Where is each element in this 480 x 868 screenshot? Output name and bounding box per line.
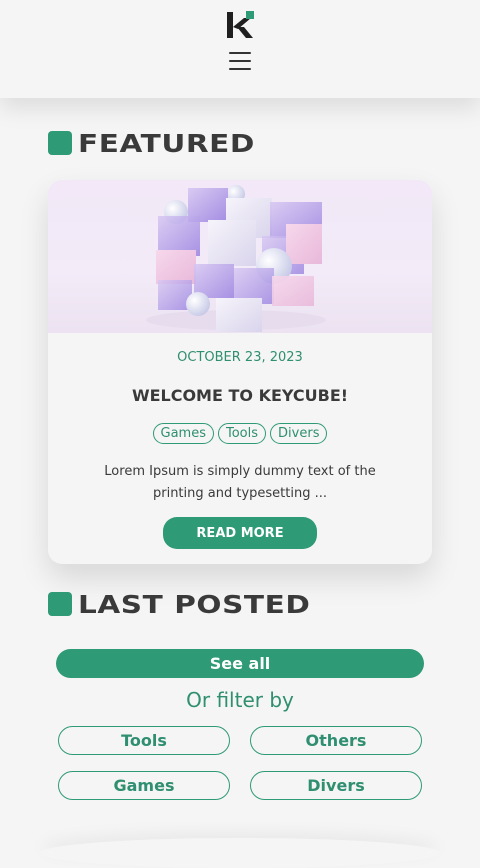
post-title[interactable]: WELCOME TO KEYCUBE! xyxy=(48,386,432,405)
featured-heading: FEATURED xyxy=(48,128,254,158)
see-all-button[interactable]: See all xyxy=(56,649,424,678)
site-header xyxy=(0,0,480,98)
filter-label: Or filter by xyxy=(186,688,294,712)
heading-square-icon xyxy=(48,131,72,155)
filter-others-button[interactable]: Others xyxy=(250,726,422,755)
filter-games-button[interactable]: Games xyxy=(58,771,230,800)
tag-games[interactable]: Games xyxy=(152,423,214,444)
post-excerpt: Lorem Ipsum is simply dummy text of the … xyxy=(104,464,376,501)
last-posted-heading-text: LAST POSTED xyxy=(78,589,311,619)
glass-cube-image[interactable] xyxy=(48,180,432,333)
filter-tools-button[interactable]: Tools xyxy=(58,726,230,755)
hamburger-menu-icon[interactable] xyxy=(229,52,251,74)
read-more-button[interactable]: READ MORE xyxy=(163,517,317,549)
tag-divers[interactable]: Divers xyxy=(270,423,328,444)
tag-tools[interactable]: Tools xyxy=(218,423,267,444)
heading-square-icon xyxy=(48,592,72,616)
featured-post-card[interactable]: OCTOBER 23, 2023 WELCOME TO KEYCUBE! Gam… xyxy=(48,180,432,564)
next-card-edge xyxy=(40,838,440,868)
keycube-logo-icon[interactable] xyxy=(225,10,255,40)
post-tags: Games Tools Divers xyxy=(48,423,432,444)
filter-divers-button[interactable]: Divers xyxy=(250,771,422,800)
last-posted-heading: LAST POSTED xyxy=(48,589,310,619)
post-date: OCTOBER 23, 2023 xyxy=(177,350,303,365)
featured-heading-text: FEATURED xyxy=(78,128,255,158)
